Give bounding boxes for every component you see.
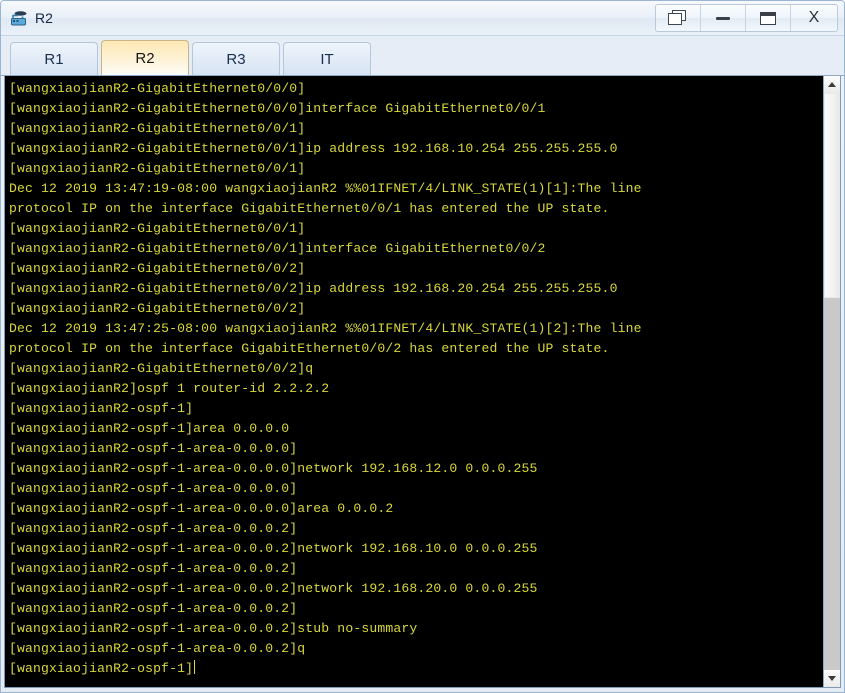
scroll-up-button[interactable] xyxy=(824,76,840,93)
terminal-line: [wangxiaojianR2-GigabitEthernet0/0/1] xyxy=(9,221,306,236)
router-icon xyxy=(9,9,29,27)
tab-r1[interactable]: R1 xyxy=(10,42,98,75)
terminal-line: [wangxiaojianR2-ospf-1-area-0.0.0.0] xyxy=(9,441,298,456)
terminal-line: [wangxiaojianR2-GigabitEthernet0/0/2] xyxy=(9,301,306,316)
tab-label: R2 xyxy=(135,49,155,67)
scroll-down-button[interactable] xyxy=(824,670,840,687)
terminal-line: [wangxiaojianR2-ospf-1] xyxy=(9,401,194,416)
terminal-line: Dec 12 2019 13:47:25-08:00 wangxiaojianR… xyxy=(9,321,642,336)
terminal-line: [wangxiaojianR2-ospf-1-area-0.0.0.2]netw… xyxy=(9,581,538,596)
maximize-icon xyxy=(760,11,776,25)
title-bar-left: R2 xyxy=(9,9,655,27)
terminal-line: [wangxiaojianR2-GigabitEthernet0/0/0] xyxy=(9,81,306,96)
terminal-line: [wangxiaojianR2-GigabitEthernet0/0/1] xyxy=(9,161,306,176)
terminal-line: [wangxiaojianR2-ospf-1-area-0.0.0.0]area… xyxy=(9,501,394,516)
terminal-line: [wangxiaojianR2-ospf-1-area-0.0.0.2] xyxy=(9,561,298,576)
scrollbar-thumb[interactable] xyxy=(824,93,840,298)
minimize-icon xyxy=(716,16,730,20)
terminal-line: [wangxiaojianR2-ospf-1-area-0.0.0.0]netw… xyxy=(9,461,538,476)
title-bar: R2 X xyxy=(1,1,844,36)
terminal-line: [wangxiaojianR2-GigabitEthernet0/0/1]int… xyxy=(9,241,546,256)
tab-label: R1 xyxy=(44,50,64,68)
maximize-button[interactable] xyxy=(746,5,791,31)
terminal-output[interactable]: [wangxiaojianR2-GigabitEthernet0/0/0] [wa… xyxy=(5,76,823,687)
tab-label: IT xyxy=(320,50,334,68)
terminal-line: [wangxiaojianR2-GigabitEthernet0/0/2]ip … xyxy=(9,281,618,296)
terminal-line: protocol IP on the interface GigabitEthe… xyxy=(9,341,610,356)
tab-bar: R1 R2 R3 IT xyxy=(1,36,844,76)
close-button[interactable]: X xyxy=(791,5,837,31)
chevron-up-icon xyxy=(828,82,836,87)
window-controls: X xyxy=(655,4,838,32)
terminal-line: [wangxiaojianR2-ospf-1-area-0.0.0.2]netw… xyxy=(9,541,538,556)
tab-r3[interactable]: R3 xyxy=(192,42,280,75)
restore-icon xyxy=(668,10,688,26)
terminal-line: [wangxiaojianR2-GigabitEthernet0/0/0]int… xyxy=(9,101,546,116)
terminal-line: [wangxiaojianR2-GigabitEthernet0/0/2]q xyxy=(9,361,314,376)
tab-it[interactable]: IT xyxy=(283,42,371,75)
terminal-line: [wangxiaojianR2-ospf-1-area-0.0.0.2] xyxy=(9,601,298,616)
terminal-line: protocol IP on the interface GigabitEthe… xyxy=(9,201,610,216)
restore-button[interactable] xyxy=(656,5,701,31)
terminal-line: [wangxiaojianR2]ospf 1 router-id 2.2.2.2 xyxy=(9,381,330,396)
close-icon: X xyxy=(808,9,820,26)
terminal-line: [wangxiaojianR2-GigabitEthernet0/0/1] xyxy=(9,121,306,136)
scrollbar-track[interactable] xyxy=(824,93,840,670)
terminal-line: [wangxiaojianR2-ospf-1-area-0.0.0.2] xyxy=(9,521,298,536)
tab-r2[interactable]: R2 xyxy=(101,40,189,75)
terminal-line: Dec 12 2019 13:47:19-08:00 wangxiaojianR… xyxy=(9,181,642,196)
terminal-line: [wangxiaojianR2-ospf-1-area-0.0.0.2]stub… xyxy=(9,621,418,636)
terminal-line: [wangxiaojianR2-GigabitEthernet0/0/1]ip … xyxy=(9,141,618,156)
terminal-line: [wangxiaojianR2-ospf-1-area-0.0.0.2]q xyxy=(9,641,306,656)
terminal-cursor xyxy=(194,660,196,674)
terminal-window: R2 X R1 R2 R3 IT [wangxiaojianR2-Gigabit… xyxy=(0,0,845,693)
window-title: R2 xyxy=(35,10,53,26)
minimize-button[interactable] xyxy=(701,5,746,31)
terminal-line: [wangxiaojianR2-GigabitEthernet0/0/2] xyxy=(9,261,306,276)
terminal-line: [wangxiaojianR2-ospf-1] xyxy=(9,660,196,676)
chevron-down-icon xyxy=(828,676,836,681)
terminal-scrollbar[interactable] xyxy=(823,76,840,687)
tab-label: R3 xyxy=(226,50,246,68)
terminal-area: [wangxiaojianR2-GigabitEthernet0/0/0] [wa… xyxy=(4,76,841,688)
terminal-line: [wangxiaojianR2-ospf-1-area-0.0.0.0] xyxy=(9,481,298,496)
terminal-line: [wangxiaojianR2-ospf-1]area 0.0.0.0 xyxy=(9,421,290,436)
